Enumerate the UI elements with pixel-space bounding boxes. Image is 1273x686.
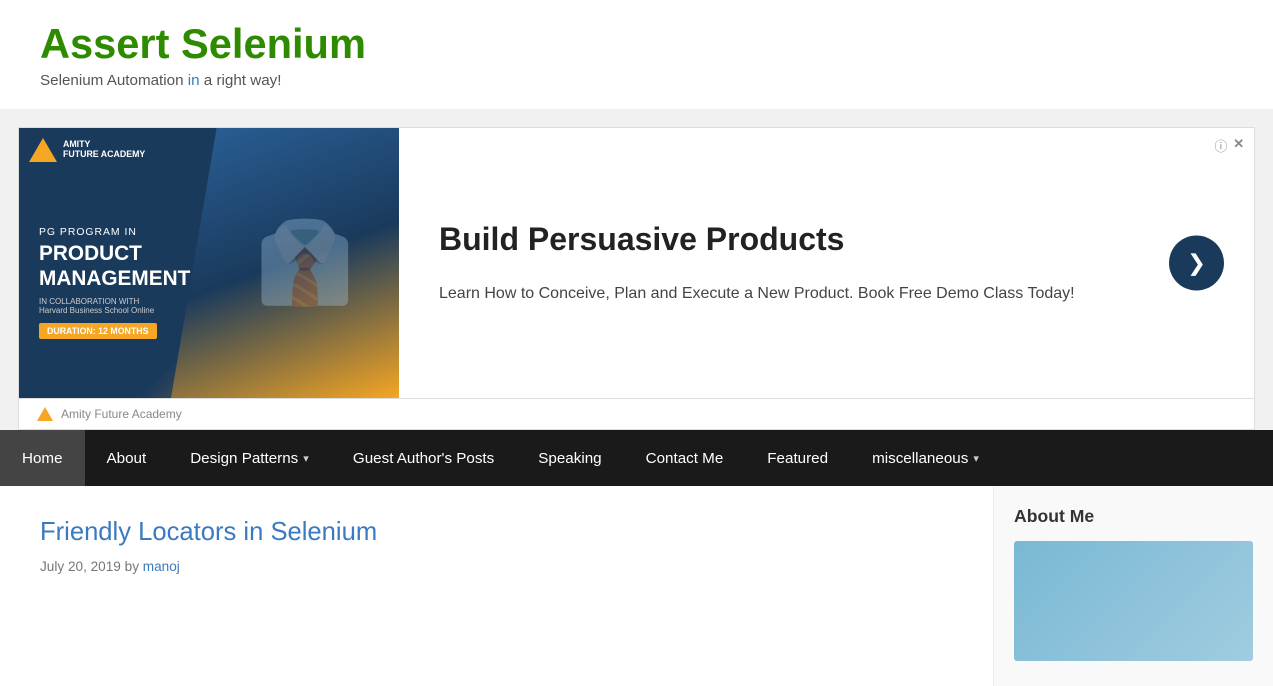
- content-area: Friendly Locators in Selenium July 20, 2…: [0, 486, 993, 686]
- ad-collab-text: IN COLLABORATION WITH Harvard Business S…: [39, 297, 190, 315]
- nav-misc-label: miscellaneous: [872, 450, 968, 467]
- site-tagline: Selenium Automation in a right way!: [40, 72, 1233, 89]
- nav-item-design-patterns[interactable]: Design Patterns ▾: [168, 430, 331, 486]
- ad-info-icons: ⓘ ✕: [1214, 136, 1244, 155]
- sidebar-avatar: [1014, 541, 1253, 661]
- ad-close-icon[interactable]: ✕: [1233, 136, 1244, 155]
- nav-speaking-label: Speaking: [538, 450, 601, 467]
- ad-people-image: 👔: [171, 128, 399, 398]
- post-date: July 20, 2019: [40, 559, 125, 574]
- nav-item-home[interactable]: Home: [0, 430, 85, 486]
- nav-item-featured[interactable]: Featured: [745, 430, 850, 486]
- ad-duration-badge: DURATION: 12 MONTHS: [39, 323, 157, 339]
- post-author-link[interactable]: manoj: [143, 559, 180, 574]
- nav-item-speaking[interactable]: Speaking: [516, 430, 623, 486]
- ad-logo: AMITY FUTURE ACADEMY: [29, 138, 145, 162]
- nav-item-miscellaneous[interactable]: miscellaneous ▾: [850, 430, 1001, 486]
- ad-description: Learn How to Conceive, Plan and Execute …: [439, 281, 1214, 307]
- ad-footer-brand: Amity Future Academy: [61, 407, 182, 421]
- nav-misc-chevron-icon: ▾: [973, 452, 979, 465]
- tagline-highlight: in: [188, 72, 200, 89]
- nav-about-label: About: [107, 450, 147, 467]
- main-layout: Friendly Locators in Selenium July 20, 2…: [0, 486, 1273, 686]
- post-author-prefix: by: [125, 559, 143, 574]
- ad-logo-text: AMITY FUTURE ACADEMY: [63, 140, 145, 159]
- main-nav: Home About Design Patterns ▾ Guest Autho…: [0, 430, 1273, 486]
- site-header: Assert Selenium Selenium Automation in a…: [0, 0, 1273, 109]
- sidebar-about-title: About Me: [1014, 506, 1253, 527]
- nav-featured-label: Featured: [767, 450, 828, 467]
- ad-program-label: PG PROGRAM IN: [39, 227, 190, 238]
- ad-people-silhouette-icon: 👔: [255, 216, 355, 310]
- ad-banner: ⓘ ✕ AMITY FUTURE ACADEMY PG PROGRAM IN P…: [18, 127, 1255, 399]
- nav-design-patterns-label: Design Patterns: [190, 450, 298, 467]
- post-meta: July 20, 2019 by manoj: [40, 559, 953, 574]
- ad-footer: Amity Future Academy: [18, 399, 1255, 430]
- ad-text-section: Build Persuasive Products Learn How to C…: [399, 189, 1254, 336]
- ad-image-content: PG PROGRAM IN PRODUCT MANAGEMENT IN COLL…: [39, 227, 190, 340]
- ad-arrow-button[interactable]: ❯: [1169, 236, 1224, 291]
- ad-image-section: AMITY FUTURE ACADEMY PG PROGRAM IN PRODU…: [19, 128, 399, 398]
- site-title[interactable]: Assert Selenium: [40, 20, 366, 67]
- nav-item-guest-posts[interactable]: Guest Author's Posts: [331, 430, 516, 486]
- sidebar: About Me: [993, 486, 1273, 686]
- nav-item-about[interactable]: About: [85, 430, 169, 486]
- ad-logo-triangle-icon: [29, 138, 57, 162]
- ad-program-title: PRODUCT MANAGEMENT: [39, 242, 190, 292]
- nav-design-patterns-chevron-icon: ▾: [303, 452, 309, 465]
- ad-info-icon[interactable]: ⓘ: [1214, 136, 1227, 155]
- ad-footer-logo-icon: [37, 407, 53, 421]
- nav-guest-posts-label: Guest Author's Posts: [353, 450, 494, 467]
- post-title[interactable]: Friendly Locators in Selenium: [40, 518, 377, 546]
- post-article: Friendly Locators in Selenium July 20, 2…: [40, 516, 953, 574]
- ad-headline: Build Persuasive Products: [439, 219, 1214, 261]
- nav-contact-me-label: Contact Me: [646, 450, 724, 467]
- nav-home-label: Home: [22, 450, 63, 467]
- nav-item-contact-me[interactable]: Contact Me: [624, 430, 746, 486]
